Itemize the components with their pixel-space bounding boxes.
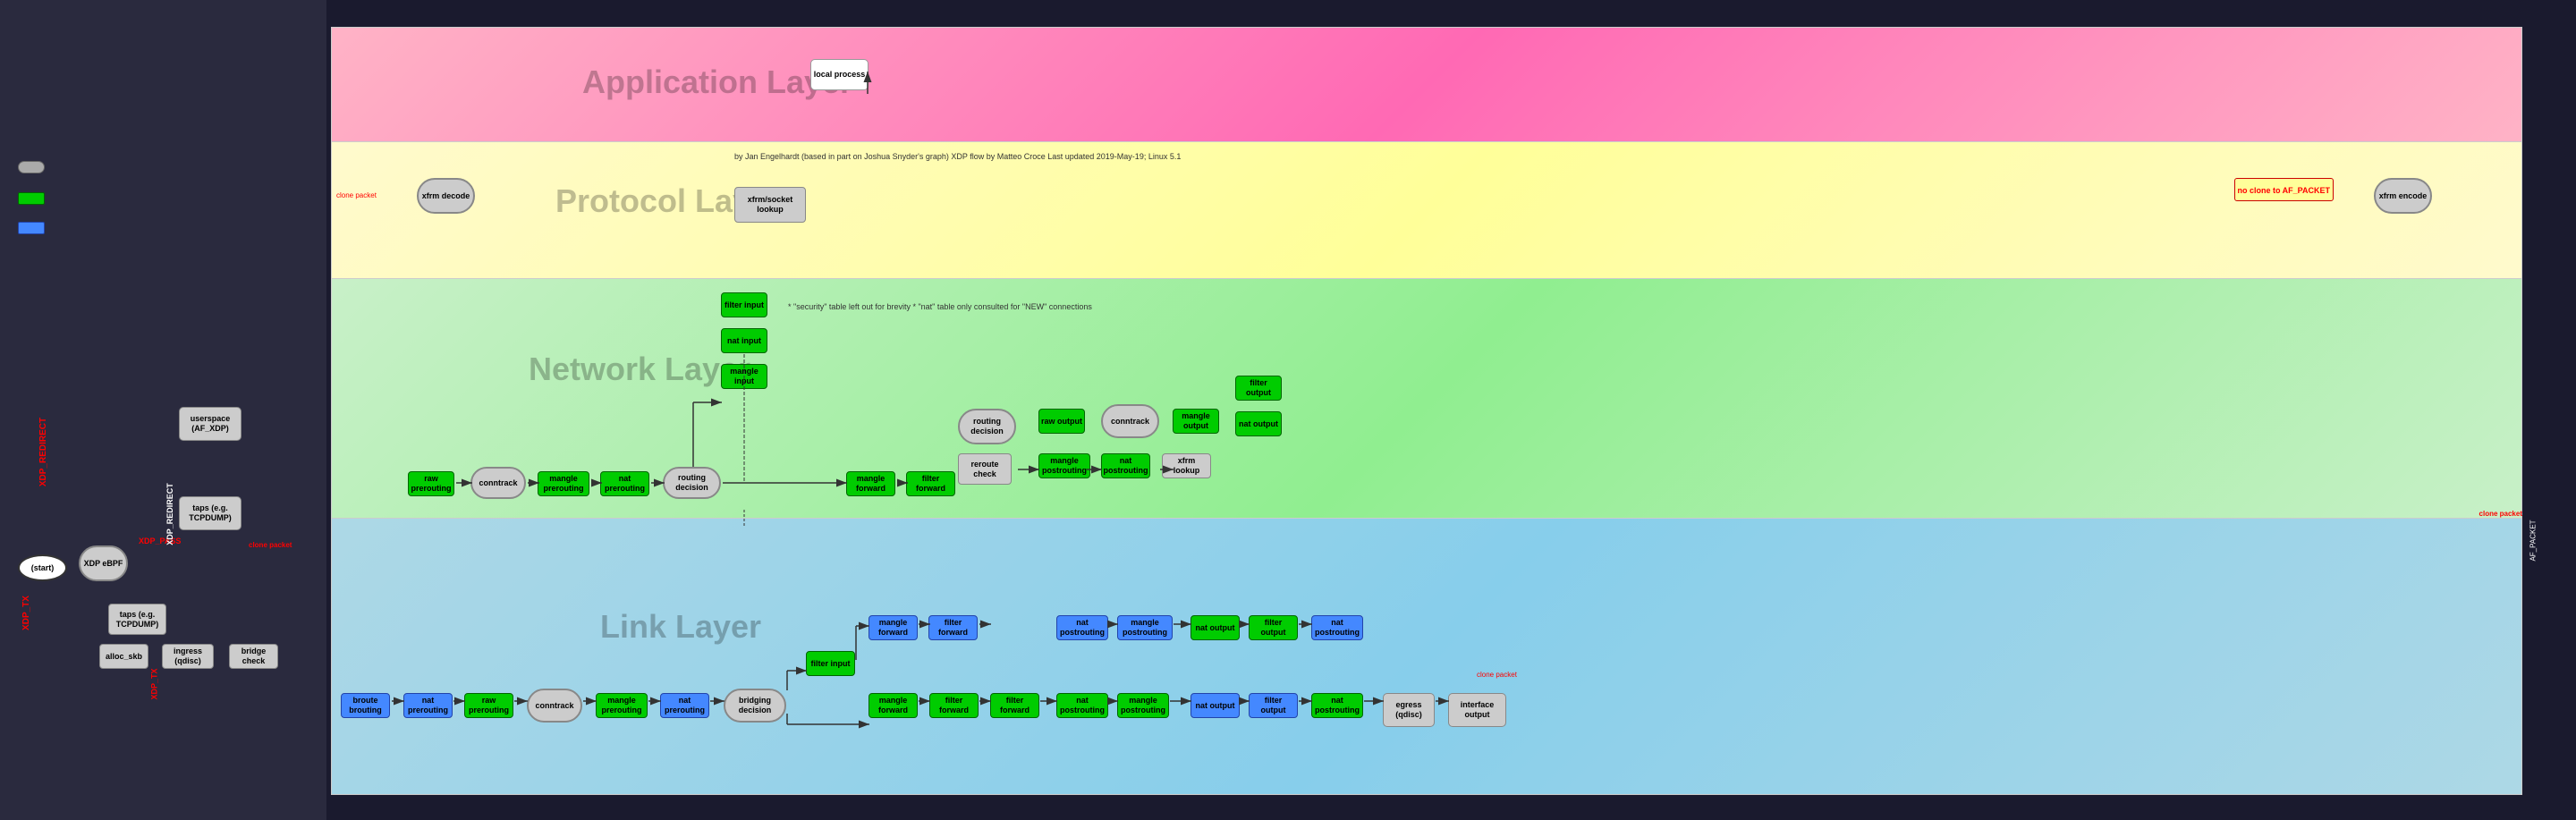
mangle-postrouting-link1-box: mangle postrouting	[1117, 693, 1169, 718]
filter-forward-link-top-box: filter forward	[928, 615, 978, 640]
filter-input-net-box: filter input	[721, 292, 767, 317]
mangle-forward-link-box: mangle forward	[869, 693, 918, 718]
conntrack-net-box: conntrack	[470, 467, 526, 499]
conntrack-link-box: conntrack	[527, 689, 582, 723]
bridge-check-link-box: bridge check	[229, 644, 278, 669]
start-oval: (start)	[18, 554, 67, 581]
reroute-check-box: reroute check	[958, 453, 1012, 485]
mangle-input-net-box: mangle input	[721, 364, 767, 389]
mangle-prerouting-net-box: mangle prerouting	[538, 471, 589, 496]
legend-green	[18, 192, 45, 205]
egress-qdisc-box: egress (qdisc)	[1383, 693, 1435, 727]
mangle-postrouting-net-box: mangle postrouting	[1038, 453, 1090, 478]
xfrm-decode-box: xfrm decode	[417, 178, 475, 214]
ingress-qdisc-box: ingress (qdisc)	[162, 644, 214, 669]
nat-postrouting-link-top2-box: nat postrouting	[1311, 615, 1363, 640]
alloc-skb-box: alloc_skb	[99, 644, 148, 669]
routing-decision-net-box: routing decision	[663, 467, 721, 499]
userspace-af-xdp-box: userspace (AF_XDP)	[179, 407, 242, 441]
network-layer-title: Network Layer	[529, 351, 750, 388]
nat-prerouting-link-box: nat prerouting	[403, 693, 453, 718]
filter-output-net2-box: filter output	[1235, 376, 1282, 401]
nat-input-net-box: nat input	[721, 328, 767, 353]
mangle-prerouting-link-box: mangle prerouting	[596, 693, 648, 718]
nat-output-link-top-box: nat output	[1191, 615, 1240, 640]
clone-packet-left: clone packet	[249, 541, 292, 549]
broute-brouting-box: broute brouting	[341, 693, 390, 718]
nat-postrouting-link2-box: nat postrouting	[1311, 693, 1363, 718]
mangle-output-net-box: mangle output	[1173, 409, 1219, 434]
interface-output-box: interface output	[1448, 693, 1506, 727]
xfrm-encode-box: xfrm encode	[2374, 178, 2432, 214]
bridging-decision-box: bridging decision	[724, 689, 786, 723]
nat-postrouting-net-box: nat postrouting	[1101, 453, 1150, 478]
nat-postrouting-link-top1-box: nat postrouting	[1056, 615, 1108, 640]
filter-output-link-top-box: filter output	[1249, 615, 1298, 640]
security-annotation: * "security" table left out for brevity …	[788, 301, 1092, 313]
filter-forward-link2-box: filter forward	[990, 693, 1039, 718]
main-diagram: Application Layer local process Protocol…	[331, 27, 2522, 796]
af-packet-label: AF_PACKET	[2529, 520, 2537, 561]
network-layer: Network Layer filter input nat input man…	[331, 278, 2522, 520]
xdp-tx-vertical: XDP_TX	[150, 668, 159, 699]
nat-prerouting2-link-box: nat prerouting	[660, 693, 709, 718]
xdp-redirect-vertical: XDP_REDIRECT	[165, 483, 174, 545]
local-process-box: local process	[810, 59, 869, 90]
clone-packet-3: clone packet	[1477, 671, 1517, 679]
legend-blue	[18, 222, 45, 234]
taps-tcpdump-box: taps (e.g. TCPDUMP)	[179, 496, 242, 530]
nat-output-net2-box: nat output	[1235, 411, 1282, 436]
xdp-ebpf-box: XDP eBPF	[79, 545, 128, 581]
xfrm-lookup-box: xfrm lookup	[1162, 453, 1211, 478]
filter-forward-link-box: filter forward	[929, 693, 979, 718]
xdp-pass-label: XDP_PASS	[139, 537, 181, 545]
filter-input-link-box: filter input	[806, 651, 855, 676]
application-layer: Application Layer local process	[331, 27, 2522, 143]
clone-packet-right: clone packet	[2479, 510, 2522, 518]
protocol-layer: Protocol Layer clone packet xfrm decode …	[331, 141, 2522, 280]
link-layer-title: Link Layer	[600, 608, 761, 646]
no-clone-box: no clone to AF_PACKET	[2234, 178, 2334, 201]
left-panel: XDP_REDIRECT XDP_TX (start) XDP eBPF XDP…	[0, 0, 326, 820]
filter-output-link-box: filter output	[1249, 693, 1298, 718]
nat-prerouting-net-box: nat prerouting	[600, 471, 649, 496]
xdp-tx-label: XDP_TX	[21, 596, 31, 630]
link-layer: Link Layer alloc_skb ingress (qdisc) bri…	[331, 518, 2522, 795]
mangle-postrouting-link-top-box: mangle postrouting	[1117, 615, 1173, 640]
xfrm-socket-lookup-box: xfrm/socket lookup	[734, 187, 806, 223]
xdp-redirect-label: XDP_REDIRECT	[38, 418, 48, 486]
routing-decision-net2-box: routing decision	[958, 409, 1016, 444]
raw-output-net-box: raw output	[1038, 409, 1085, 434]
filter-forward-net-box: filter forward	[906, 471, 955, 496]
mangle-forward-net-box: mangle forward	[846, 471, 895, 496]
conntrack-output-net-box: conntrack	[1101, 404, 1159, 438]
clone-packet-1: clone packet	[336, 191, 377, 199]
nat-output-link-box: nat output	[1191, 693, 1240, 718]
raw-prerouting-link-box: raw prerouting	[464, 693, 513, 718]
taps-box: taps (e.g. TCPDUMP)	[108, 604, 166, 635]
nat-postrouting-link1-box: nat postrouting	[1056, 693, 1108, 718]
mangle-forward-link-top-box: mangle forward	[869, 615, 918, 640]
legend-gray	[18, 161, 45, 173]
author-annotation: by Jan Engelhardt (based in part on Josh…	[734, 151, 1181, 163]
raw-prerouting-net-box: raw prerouting	[408, 471, 454, 496]
